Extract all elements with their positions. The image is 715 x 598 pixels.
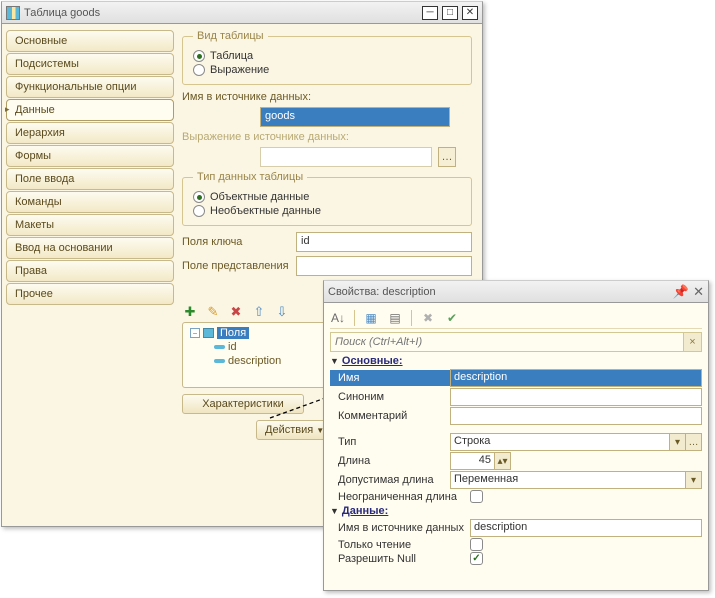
source-expr-ellipsis-button[interactable]: … xyxy=(438,147,456,167)
actions-button[interactable]: Действия▼ xyxy=(256,420,333,440)
prop-allowlen-label: Допустимая длина xyxy=(330,474,450,486)
collapse-icon[interactable]: ▼ xyxy=(330,356,339,366)
list-view-icon[interactable]: ▤ xyxy=(387,310,403,326)
search-input[interactable] xyxy=(330,332,684,352)
tab-input-field[interactable]: Поле ввода xyxy=(6,168,174,190)
titlebar[interactable]: Таблица goods ─ □ ✕ xyxy=(2,2,482,24)
folder-icon xyxy=(203,328,214,338)
tab-data[interactable]: Данные xyxy=(6,99,174,121)
radio-table-label: Таблица xyxy=(210,50,253,62)
ellipsis-icon[interactable]: … xyxy=(686,433,702,451)
collapse-icon[interactable]: ▼ xyxy=(330,506,339,516)
maximize-button[interactable]: □ xyxy=(442,6,458,20)
prop-synonym-input[interactable] xyxy=(450,388,702,406)
prop-synonym-label: Синоним xyxy=(330,391,450,403)
prop-length-input[interactable]: 45 xyxy=(450,452,495,470)
prop-type-label: Тип xyxy=(330,436,450,448)
move-down-icon[interactable]: ⇩ xyxy=(274,304,290,320)
prop-readonly-checkbox[interactable] xyxy=(470,538,483,551)
tree-root-label[interactable]: Поля xyxy=(217,327,249,339)
radio-nonobject-data[interactable] xyxy=(193,205,205,217)
source-expr-input[interactable] xyxy=(260,147,432,167)
key-fields-input[interactable]: id xyxy=(296,232,472,252)
section-main[interactable]: Основные: xyxy=(342,355,403,367)
prop-unlimited-checkbox[interactable] xyxy=(470,490,483,503)
sort-az-icon[interactable]: A↓ xyxy=(330,310,346,326)
source-expr-label: Выражение в источнике данных: xyxy=(182,131,472,143)
window-title: Свойства: description xyxy=(328,286,436,298)
data-type-legend: Тип данных таблицы xyxy=(193,171,307,183)
tree-item-id[interactable]: id xyxy=(228,341,237,353)
radio-object-data-label: Объектные данные xyxy=(210,191,309,203)
move-up-icon[interactable]: ⇧ xyxy=(251,304,267,320)
tab-layouts[interactable]: Макеты xyxy=(6,214,174,236)
prop-allownull-label: Разрешить Null xyxy=(330,553,470,565)
properties-toolbar: A↓ ▦ ▤ ✖ ✔ xyxy=(330,307,702,329)
tab-subsystems[interactable]: Подсистемы xyxy=(6,53,174,75)
clear-icon[interactable]: ✖ xyxy=(420,310,436,326)
prop-comment-input[interactable] xyxy=(450,407,702,425)
radio-expression[interactable] xyxy=(193,64,205,76)
data-type-group: Тип данных таблицы Объектные данные Необ… xyxy=(182,171,472,226)
tab-func-options[interactable]: Функциональные опции xyxy=(6,76,174,98)
radio-expression-label: Выражение xyxy=(210,64,269,76)
prop-comment-label: Комментарий xyxy=(330,410,450,422)
add-icon[interactable]: ✚ xyxy=(182,304,198,320)
section-data[interactable]: Данные: xyxy=(342,505,388,517)
repr-field-input[interactable] xyxy=(296,256,472,276)
tab-main[interactable]: Основные xyxy=(6,30,174,52)
tab-other[interactable]: Прочее xyxy=(6,283,174,305)
prop-allowlen-select[interactable]: Переменная xyxy=(450,471,686,489)
sidebar: Основные Подсистемы Функциональные опции… xyxy=(2,24,178,526)
source-name-label: Имя в источнике данных: xyxy=(182,91,472,103)
tab-forms[interactable]: Формы xyxy=(6,145,174,167)
close-icon[interactable]: ✕ xyxy=(693,284,704,300)
radio-nonobject-data-label: Необъектные данные xyxy=(210,205,321,217)
radio-table[interactable] xyxy=(193,50,205,62)
collapse-icon[interactable]: − xyxy=(190,328,200,338)
chevron-down-icon[interactable]: ▾ xyxy=(670,433,686,451)
close-button[interactable]: ✕ xyxy=(462,6,478,20)
radio-object-data[interactable] xyxy=(193,191,205,203)
category-view-icon[interactable]: ▦ xyxy=(363,310,379,326)
table-type-legend: Вид таблицы xyxy=(193,30,268,42)
prop-sourcename-label: Имя в источнике данных xyxy=(330,522,470,534)
prop-allownull-checkbox[interactable]: ✓ xyxy=(470,552,483,565)
pin-icon[interactable]: 📌 xyxy=(673,284,689,300)
minimize-button[interactable]: ─ xyxy=(422,6,438,20)
prop-sourcename-input[interactable]: description xyxy=(470,519,702,537)
tab-input-on-basis[interactable]: Ввод на основании xyxy=(6,237,174,259)
search-clear-button[interactable]: × xyxy=(684,332,702,352)
table-type-group: Вид таблицы Таблица Выражение xyxy=(182,30,472,85)
properties-window: Свойства: description 📌 ✕ A↓ ▦ ▤ ✖ ✔ × ▼… xyxy=(323,280,709,591)
spinner-icon[interactable]: ▴▾ xyxy=(495,452,511,470)
source-name-input[interactable]: goods xyxy=(260,107,450,127)
key-fields-label: Поля ключа xyxy=(182,236,290,248)
field-icon xyxy=(214,359,225,363)
window-title: Таблица goods xyxy=(24,7,100,19)
prop-name-label: Имя xyxy=(330,370,450,386)
prop-unlimited-label: Неограниченная длина xyxy=(330,491,470,503)
tab-hierarchy[interactable]: Иерархия xyxy=(6,122,174,144)
prop-type-select[interactable]: Строка xyxy=(450,433,670,451)
check-icon[interactable]: ✔ xyxy=(444,310,460,326)
prop-length-label: Длина xyxy=(330,455,450,467)
edit-icon[interactable]: ✎ xyxy=(205,304,221,320)
search-row: × xyxy=(330,332,702,352)
characteristics-button[interactable]: Характеристики xyxy=(182,394,304,414)
table-icon xyxy=(6,6,20,20)
tab-commands[interactable]: Команды xyxy=(6,191,174,213)
field-icon xyxy=(214,345,225,349)
repr-field-label: Поле представления xyxy=(182,260,290,272)
prop-name-input[interactable]: description xyxy=(450,369,702,387)
titlebar[interactable]: Свойства: description 📌 ✕ xyxy=(324,281,708,303)
chevron-down-icon[interactable]: ▾ xyxy=(686,471,702,489)
tree-item-description[interactable]: description xyxy=(228,355,281,367)
prop-readonly-label: Только чтение xyxy=(330,539,470,551)
delete-icon[interactable]: ✖ xyxy=(228,304,244,320)
tab-rights[interactable]: Права xyxy=(6,260,174,282)
